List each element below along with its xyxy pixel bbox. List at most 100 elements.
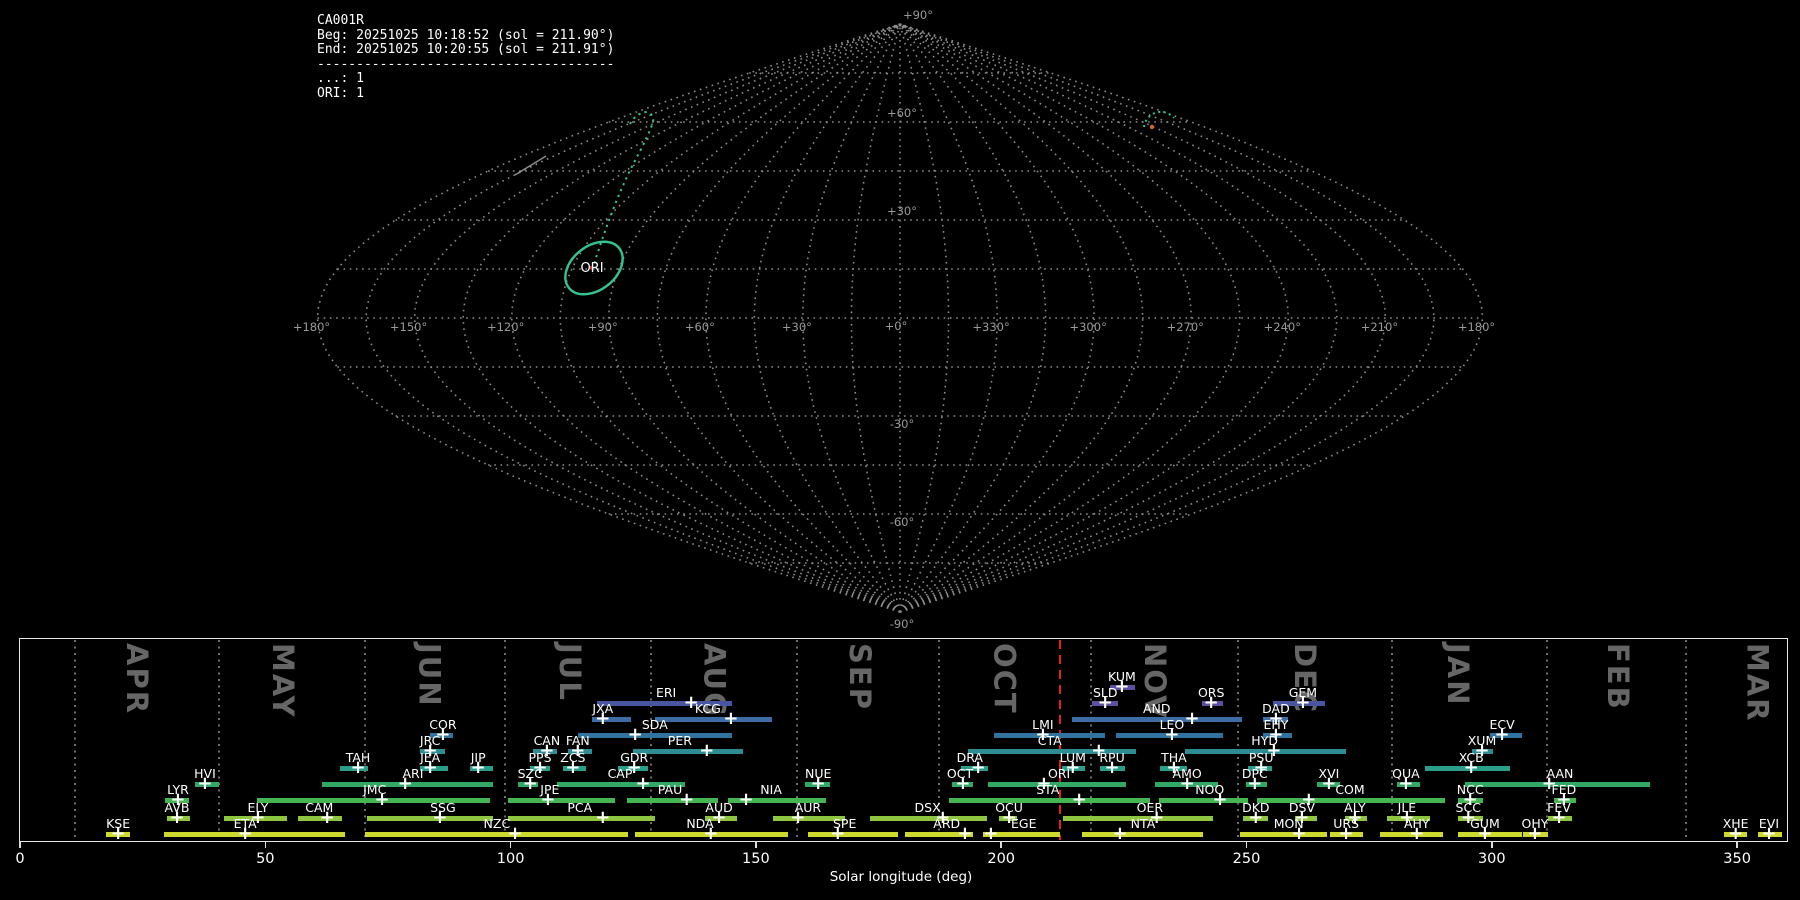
x-tick-mark <box>264 841 267 848</box>
shower-peak-marker: + <box>935 807 951 828</box>
shower-peak-marker: + <box>1036 773 1052 794</box>
shower-peak-marker: + <box>432 807 448 828</box>
month-label: MAY <box>265 643 300 719</box>
shower-bar <box>1082 832 1203 837</box>
shower-peak-marker: + <box>955 773 971 794</box>
shower-peak-marker: + <box>1104 757 1120 778</box>
shower-code-label: AND <box>1142 701 1171 716</box>
shower-peak-marker: + <box>170 789 186 810</box>
shower-peak-marker: + <box>957 823 973 844</box>
x-tick-label: 50 <box>256 851 275 867</box>
shower-peak-marker: + <box>1477 823 1493 844</box>
shower-peak-marker: + <box>422 757 438 778</box>
shower-peak-marker: + <box>1071 789 1087 810</box>
month-label: JUL <box>552 643 587 702</box>
shower-code-label: AUR <box>794 800 822 815</box>
shower-peak-marker: + <box>635 773 651 794</box>
shower-peak-marker: + <box>1295 692 1311 713</box>
shower-peak-marker: + <box>1149 807 1165 828</box>
shower-peak-marker: + <box>1184 708 1200 729</box>
month-boundary-line <box>363 640 366 840</box>
shower-peak-marker: + <box>1212 789 1228 810</box>
shower-peak-marker: + <box>595 807 611 828</box>
shower-peak-marker: + <box>110 823 126 844</box>
shower-peak-marker: + <box>470 757 486 778</box>
radiant-map-screenshot: +90° +60° +30° +0° -30° -60° -90° +180° +150° +12… <box>0 0 1800 900</box>
shower-peak-marker: + <box>397 773 413 794</box>
shower-peak-marker: + <box>830 823 846 844</box>
shower-peak-marker: + <box>565 757 581 778</box>
month-boundary-line <box>1684 640 1687 840</box>
shower-peak-marker: + <box>1460 807 1476 828</box>
shower-peak-marker: + <box>374 789 390 810</box>
shower-peak-marker: + <box>970 757 986 778</box>
shower-peak-marker: + <box>1164 724 1180 745</box>
shower-peak-marker: + <box>1114 676 1130 697</box>
shower-peak-marker: + <box>1001 807 1017 828</box>
shower-peak-marker: + <box>1728 823 1744 844</box>
shower-peak-marker: + <box>703 823 719 844</box>
month-label: APR <box>119 643 154 716</box>
x-axis-title: Solar longitude (deg) <box>829 869 973 885</box>
x-tick-mark <box>19 841 21 848</box>
shower-peak-marker: + <box>169 807 185 828</box>
shower-bar <box>164 832 345 837</box>
shower-peak-marker: + <box>540 789 556 810</box>
shower-peak-marker: + <box>790 807 806 828</box>
shower-peak-marker: + <box>1248 807 1264 828</box>
shower-peak-marker: + <box>699 740 715 761</box>
shower-peak-marker: + <box>1097 692 1113 713</box>
shower-peak-marker: + <box>237 823 253 844</box>
shower-code-label: HYD <box>1251 733 1278 748</box>
x-tick-label: 100 <box>496 851 525 867</box>
shower-peak-marker: + <box>1541 773 1557 794</box>
month-label: MAR <box>1740 643 1775 723</box>
shower-peak-marker: + <box>1409 823 1425 844</box>
shower-peak-marker: + <box>679 789 695 810</box>
month-label: FEB <box>1600 643 1635 711</box>
shower-peak-marker: + <box>197 773 213 794</box>
shower-peak-marker: + <box>627 724 643 745</box>
shower-peak-marker: + <box>507 823 523 844</box>
x-tick-label: 300 <box>1477 851 1506 867</box>
shower-bar <box>364 832 628 837</box>
month-boundary-line <box>73 640 76 840</box>
month-boundary-line <box>217 640 220 840</box>
shower-peak-marker: + <box>1065 757 1081 778</box>
shower-peak-marker: + <box>723 708 739 729</box>
shower-peak-marker: + <box>1179 773 1195 794</box>
shower-bar <box>807 832 899 837</box>
month-boundary-line <box>503 640 506 840</box>
x-tick-mark <box>1000 841 1002 848</box>
shower-peak-marker: + <box>1761 823 1777 844</box>
shower-peak-marker: + <box>319 807 335 828</box>
shower-bar <box>1240 832 1327 837</box>
shower-peak-marker: + <box>683 692 699 713</box>
x-tick-mark <box>1245 841 1248 848</box>
shower-peak-marker: + <box>1556 789 1572 810</box>
shower-peak-marker: + <box>1463 757 1479 778</box>
shower-peak-marker: + <box>738 789 754 810</box>
shower-peak-marker: + <box>1527 823 1543 844</box>
month-label: OCT <box>987 643 1022 715</box>
shower-peak-marker: + <box>595 708 611 729</box>
activity-timeline-chart: Solar longitude (deg) APR MAY JUN JUL AUG SEP… <box>0 0 1800 900</box>
x-tick-label: 200 <box>987 851 1016 867</box>
shower-bar <box>508 816 655 821</box>
shower-peak-marker: + <box>350 757 366 778</box>
shower-peak-marker: + <box>1338 823 1354 844</box>
shower-peak-marker: + <box>1291 823 1307 844</box>
shower-peak-marker: + <box>1112 823 1128 844</box>
month-label: JUN <box>412 643 447 708</box>
x-tick-label: 0 <box>15 851 25 867</box>
x-tick-mark <box>755 841 757 848</box>
shower-peak-marker: + <box>522 773 538 794</box>
shower-peak-marker: + <box>1398 773 1414 794</box>
shower-peak-marker: + <box>810 773 826 794</box>
x-tick-label: 250 <box>1232 851 1261 867</box>
shower-peak-marker: + <box>983 823 999 844</box>
shower-bar <box>949 798 1150 803</box>
shower-peak-marker: + <box>1462 789 1478 810</box>
month-label: SEP <box>842 643 877 711</box>
shower-peak-marker: + <box>1203 692 1219 713</box>
